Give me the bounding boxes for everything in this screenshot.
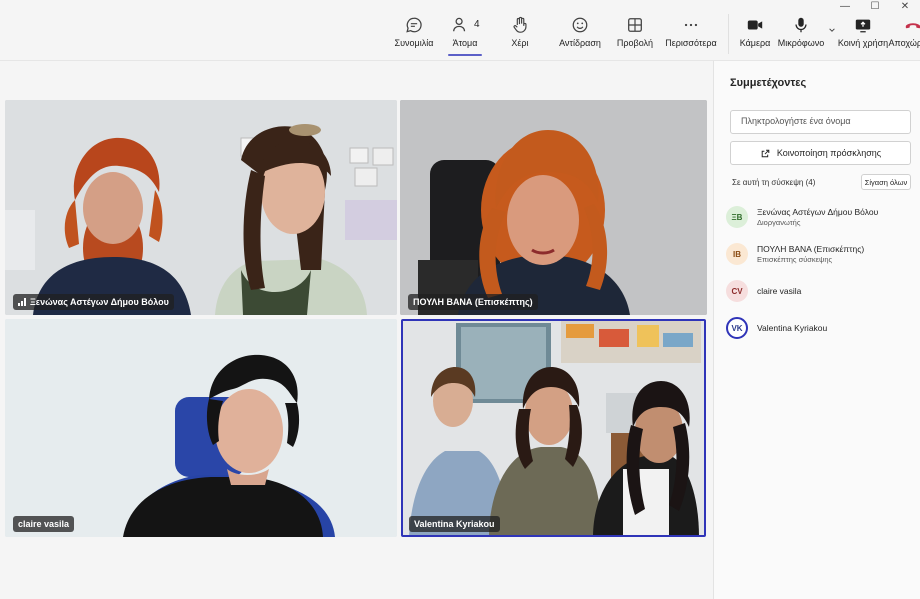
mute-all-button[interactable]: Σίγαση όλων bbox=[861, 174, 911, 190]
view-label: Προβολή bbox=[616, 38, 654, 48]
camera-label: Κάμερα bbox=[739, 38, 771, 48]
avatar: ΞΒ bbox=[726, 206, 748, 228]
panel-title: Συμμετέχοντες bbox=[730, 77, 807, 89]
participant-search-input[interactable]: Πληκτρολογήστε ένα όνομα bbox=[730, 110, 911, 134]
camera-icon bbox=[747, 20, 763, 30]
video-tile-valentina-kyriakou[interactable]: Valentina Kyriakou bbox=[401, 319, 706, 537]
share-label: Κοινή χρήση bbox=[837, 38, 889, 48]
mic-button[interactable]: Μικρόφωνο bbox=[775, 12, 827, 56]
participant-item[interactable]: ΞΒ Ξενώνας Αστέγων Δήμου Βόλου Διοργανωτ… bbox=[726, 200, 916, 234]
people-icon bbox=[453, 17, 466, 32]
share-invite-button[interactable]: Κοινοποίηση πρόσκλησης bbox=[730, 141, 911, 165]
participant-item-role: Διοργανωτής bbox=[757, 217, 801, 227]
hand-label: Χέρι bbox=[511, 38, 529, 48]
participant-video bbox=[5, 319, 397, 537]
video-stage: Ξενώνας Αστέγων Δήμου Βόλου ΠΟΥΛΗ ΒΑΝΑ (… bbox=[0, 60, 713, 599]
share-button[interactable]: Κοινή χρήση bbox=[837, 12, 889, 56]
participant-list: ΞΒ Ξενώνας Αστέγων Δήμου Βόλου Διοργανωτ… bbox=[726, 200, 916, 348]
chat-button[interactable]: Συνομιλία bbox=[388, 12, 440, 56]
participant-item-name: ΠΟΥΛΗ ΒΑΝΑ (Επισκέπτης) bbox=[757, 243, 865, 254]
signal-strength-icon bbox=[18, 298, 26, 306]
participant-name: Ξενώνας Αστέγων Δήμου Βόλου bbox=[30, 297, 169, 307]
meeting-toolbar: Συνομιλία 4 Άτομα Χέρι Αντίδραση Προβολή… bbox=[388, 12, 920, 56]
participant-video bbox=[401, 319, 706, 537]
view-button[interactable]: Προβολή bbox=[610, 12, 660, 56]
react-button[interactable]: Αντίδραση bbox=[550, 12, 610, 56]
more-icon bbox=[684, 23, 698, 27]
more-button[interactable]: Περισσότερα bbox=[660, 12, 722, 56]
microphone-icon bbox=[795, 17, 807, 33]
in-meeting-section-header[interactable]: Σε αυτή τη σύσκεψη (4) bbox=[732, 178, 815, 187]
mic-options-button[interactable] bbox=[827, 12, 837, 56]
camera-button[interactable]: Κάμερα bbox=[735, 12, 775, 56]
grid-view-icon bbox=[628, 18, 642, 32]
chevron-down-icon bbox=[829, 28, 835, 32]
video-tile-pouli-vana[interactable]: ΠΟΥΛΗ ΒΑΝΑ (Επισκέπτης) bbox=[400, 100, 707, 315]
participant-name: ΠΟΥΛΗ ΒΑΝΑ (Επισκέπτης) bbox=[413, 297, 533, 307]
participant-name-tag: Valentina Kyriakou bbox=[409, 516, 500, 532]
participant-name-tag: Ξενώνας Αστέγων Δήμου Βόλου bbox=[13, 294, 174, 310]
toolbar-divider bbox=[728, 14, 729, 54]
participant-item-name: Ξενώνας Αστέγων Δήμου Βόλου bbox=[757, 206, 879, 217]
video-tile-claire-vasila[interactable]: claire vasila bbox=[5, 319, 397, 537]
participant-name-tag: ΠΟΥΛΗ ΒΑΝΑ (Επισκέπτης) bbox=[408, 294, 538, 310]
chat-icon bbox=[406, 17, 422, 33]
participants-panel: Συμμετέχοντες Πληκτρολογήστε ένα όνομα Κ… bbox=[713, 60, 920, 599]
participant-item-role: Επισκέπτης σύσκεψης bbox=[757, 254, 833, 264]
avatar: VK bbox=[726, 317, 748, 339]
people-label: Άτομα bbox=[452, 38, 478, 48]
more-label: Περισσότερα bbox=[665, 38, 717, 48]
participant-item[interactable]: CV claire vasila bbox=[726, 274, 916, 308]
hand-icon bbox=[513, 16, 527, 33]
participant-name: claire vasila bbox=[18, 519, 70, 529]
invite-label: Κοινοποίηση πρόσκλησης bbox=[776, 148, 882, 158]
participant-item-name: Valentina Kyriakou bbox=[757, 322, 828, 333]
avatar: ΙΒ bbox=[726, 243, 748, 265]
participant-video bbox=[5, 100, 397, 315]
hang-up-icon bbox=[905, 23, 920, 29]
smile-icon bbox=[572, 17, 588, 33]
mic-label: Μικρόφωνο bbox=[777, 38, 825, 48]
participant-item[interactable]: ΙΒ ΠΟΥΛΗ ΒΑΝΑ (Επισκέπτης) Επισκέπτης σύ… bbox=[726, 237, 916, 271]
participant-item-name: claire vasila bbox=[757, 285, 802, 296]
participant-name: Valentina Kyriakou bbox=[414, 519, 495, 529]
raise-hand-button[interactable]: Χέρι bbox=[490, 12, 550, 56]
participant-name-tag: claire vasila bbox=[13, 516, 75, 532]
chat-label: Συνομιλία bbox=[394, 38, 434, 48]
share-screen-icon bbox=[855, 19, 871, 33]
participant-item[interactable]: VK Valentina Kyriakou bbox=[726, 311, 916, 345]
share-icon bbox=[761, 149, 770, 157]
video-tile-xenonas[interactable]: Ξενώνας Αστέγων Δήμου Βόλου bbox=[5, 100, 397, 315]
leave-label: Αποχώρηση bbox=[888, 38, 920, 48]
participant-video bbox=[400, 100, 707, 315]
leave-button[interactable]: Αποχώρηση bbox=[888, 12, 920, 56]
avatar: CV bbox=[726, 280, 748, 302]
react-label: Αντίδραση bbox=[559, 38, 601, 48]
people-count: 4 bbox=[474, 19, 480, 30]
people-button[interactable]: 4 Άτομα bbox=[440, 12, 490, 56]
